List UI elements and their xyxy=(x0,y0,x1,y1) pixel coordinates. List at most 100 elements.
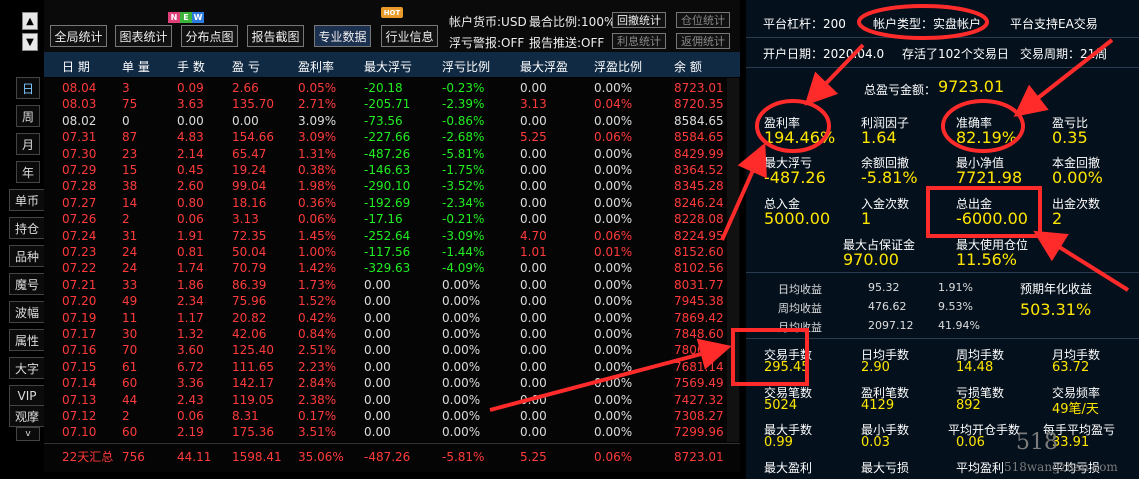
avg-open-lots-value: 0.06 xyxy=(956,435,985,450)
cell-profit-rate: 0.05% xyxy=(298,81,337,95)
table-row[interactable]: 07.19 11 1.17 20.82 0.42% 0.00 0.00% 0.00 0.00% 7… xyxy=(44,310,740,327)
cell-float-profit-ratio: 0.00% xyxy=(594,425,633,440)
cell-pl: 175.36 xyxy=(232,425,274,440)
cell-date: 07.21 xyxy=(62,277,97,292)
table-row[interactable]: 07.26 2 0.06 3.13 0.06% -17.16 -0.21% 0.00 0.00%… xyxy=(44,211,740,228)
side-tab-0[interactable]: 日 xyxy=(16,77,40,99)
col-date[interactable]: 日 期 xyxy=(62,58,90,75)
table-row[interactable]: 07.23 24 0.81 50.04 1.00% -117.56 -1.44% 1.01 0.… xyxy=(44,244,740,261)
table-row[interactable]: 07.15 61 6.72 111.65 2.23% 0.00 0.00% 0.00 0.00%… xyxy=(44,359,740,376)
table-row[interactable]: 08.03 75 3.63 135.70 2.71% -205.71 -2.39% 3.13 0… xyxy=(44,96,740,113)
scroll-up-button[interactable]: ▲ xyxy=(22,12,38,30)
cell-pl: 65.47 xyxy=(232,146,267,161)
pro-data-button[interactable]: 专业数据 xyxy=(314,25,371,47)
cell-float-loss-ratio: -2.68% xyxy=(442,130,485,145)
table-row[interactable]: 07.29 15 0.45 19.24 0.38% -146.63 -1.75% 0.00 0.… xyxy=(44,162,740,179)
side-tab-10[interactable]: 大字 xyxy=(9,357,45,379)
table-row[interactable]: 07.16 70 3.60 125.40 2.51% 0.00 0.00% 0.00 0.00%… xyxy=(44,342,740,359)
col-lots[interactable]: 手 数 xyxy=(177,58,205,75)
profit-factor-value: 1.64 xyxy=(861,128,897,147)
cell-max-float-loss: -146.63 xyxy=(364,163,411,177)
table-row[interactable]: 07.27 14 0.80 18.16 0.36% -192.69 -2.34% 0.00 0.… xyxy=(44,195,740,212)
cell-date: 07.29 xyxy=(62,163,97,177)
cell-profit-rate: 2.71% xyxy=(298,97,337,112)
max-loss-label: 最大亏损 xyxy=(861,461,910,475)
scroll-down-button[interactable]: ▼ xyxy=(22,33,38,51)
col-profit-rate[interactable]: 盈利率 xyxy=(298,58,334,75)
cell-max-float-loss: 0.00 xyxy=(364,327,391,341)
global-stats-button[interactable]: 全局统计 xyxy=(50,25,107,47)
cell-balance: 7299.96 xyxy=(674,425,724,440)
table-scrollbar[interactable] xyxy=(727,78,739,442)
divider xyxy=(746,37,1139,38)
table-row[interactable]: 08.02 0 0.00 0.00 3.09% -73.56 -0.86% 0.00 0.00%… xyxy=(44,113,740,130)
annual-return-label: 预期年化收益 xyxy=(1020,282,1093,296)
chart-stats-button[interactable]: 图表统计 xyxy=(115,25,172,47)
side-tab-5[interactable]: 持仓 xyxy=(9,217,45,239)
side-tab-8[interactable]: 波幅 xyxy=(9,301,45,323)
cell-balance: 8720.35 xyxy=(674,97,724,112)
side-tab-2[interactable]: 月 xyxy=(16,133,40,155)
col-max-float-profit[interactable]: 最大浮盈 xyxy=(520,58,568,75)
side-tab-1[interactable]: 周 xyxy=(16,105,40,127)
cell-float-loss-ratio: -5.81% xyxy=(442,146,485,161)
cell-pl: 111.65 xyxy=(232,359,274,374)
side-tab-11[interactable]: VIP xyxy=(9,385,45,407)
side-tab-7[interactable]: 魔号 xyxy=(9,273,45,295)
cell-max-float-loss: -487.26 xyxy=(364,146,411,161)
col-max-float-loss[interactable]: 最大浮亏 xyxy=(364,58,412,75)
distribution-chart-button[interactable]: 分布点图 xyxy=(181,25,238,47)
col-pl[interactable]: 盈 亏 xyxy=(232,58,260,75)
cell-pl: 0.00 xyxy=(232,113,259,128)
cell-pl: 70.79 xyxy=(232,261,267,276)
table-row[interactable]: 08.04 3 0.09 2.66 0.05% -20.18 -0.23% 0.00 0.00%… xyxy=(44,80,740,97)
cell-float-profit-ratio: 0.00% xyxy=(594,327,633,341)
table-row[interactable]: 07.14 60 3.36 142.17 2.84% 0.00 0.00% 0.00 0.00%… xyxy=(44,375,740,392)
table-row[interactable]: 07.20 49 2.34 75.96 1.52% 0.00 0.00% 0.00 0.00% 7… xyxy=(44,293,740,310)
weekly-return-pct: 9.53% xyxy=(938,300,973,313)
withdraw-stats-button[interactable]: 回撤统计 xyxy=(612,12,666,28)
divider xyxy=(746,338,1139,339)
side-tab-6[interactable]: 品种 xyxy=(9,245,45,267)
side-tab-3[interactable]: 年 xyxy=(16,161,40,183)
col-float-profit-ratio[interactable]: 浮盈比例 xyxy=(594,58,642,75)
weekly-lots-value: 14.48 xyxy=(956,360,994,375)
col-orders[interactable]: 单 量 xyxy=(122,58,150,75)
cell-balance: 8246.24 xyxy=(674,195,724,210)
side-tab-12[interactable]: 观摩 xyxy=(9,405,45,427)
loss-trades-value: 892 xyxy=(956,398,981,413)
table-row[interactable]: 07.22 24 1.74 70.79 1.42% -329.63 -4.09% 0.00 0.… xyxy=(44,260,740,277)
col-float-loss-ratio[interactable]: 浮亏比例 xyxy=(442,58,490,75)
table-row[interactable]: 07.30 23 2.14 65.47 1.31% -487.26 -5.81% 0.00 0.… xyxy=(44,146,740,163)
interest-stats-button[interactable]: 利息统计 xyxy=(612,33,666,49)
cell-orders: 75 xyxy=(122,97,138,112)
table-row[interactable]: 07.13 44 2.43 119.05 2.38% 0.00 0.00% 0.00 0.00%… xyxy=(44,392,740,409)
report-push-toggle[interactable]: 报告推送:OFF xyxy=(529,34,604,51)
avg-profit-label: 平均盈利 xyxy=(956,461,1005,475)
col-balance[interactable]: 余 额 xyxy=(674,58,702,75)
side-tab-scroll-chevron[interactable]: v xyxy=(16,427,40,441)
rebate-stats-button[interactable]: 返佣统计 xyxy=(676,33,730,49)
table-row[interactable]: 07.10 60 2.19 175.36 3.51% 0.00 0.00% 0.00 0.00%… xyxy=(44,424,740,441)
cell-max-float-profit: 0.00 xyxy=(520,409,547,423)
table-row[interactable]: 07.31 87 4.83 154.66 3.09% -227.66 -2.68% 5.25 0… xyxy=(44,129,740,146)
cell-float-loss-ratio: 0.00% xyxy=(442,343,481,358)
cell-date: 07.22 xyxy=(62,261,97,276)
table-row[interactable]: 07.12 2 0.06 8.31 0.17% 0.00 0.00% 0.00 0.00% 730… xyxy=(44,408,740,425)
report-screenshot-button[interactable]: 报告截图 xyxy=(247,25,304,47)
float-warning-toggle[interactable]: 浮亏警报:OFF xyxy=(449,34,524,51)
table-row[interactable]: 07.28 38 2.60 99.04 1.98% -290.10 -3.52% 0.00 0.… xyxy=(44,178,740,195)
position-stats-button[interactable]: 仓位统计 xyxy=(676,12,730,28)
table-row[interactable]: 07.24 31 1.91 72.35 1.45% -252.64 -3.09% 4.70 0.… xyxy=(44,228,740,245)
side-tab-9[interactable]: 属性 xyxy=(9,329,45,351)
cell-pl: 135.70 xyxy=(232,97,274,112)
side-tab-4[interactable]: 单币 xyxy=(9,189,45,211)
cell-lots: 1.86 xyxy=(177,277,204,292)
table-row[interactable]: 07.21 33 1.86 86.39 1.73% 0.00 0.00% 0.00 0.00% 8… xyxy=(44,277,740,294)
cell-orders: 44 xyxy=(122,392,138,407)
hot-badge: HOT xyxy=(381,7,403,18)
industry-info-button[interactable]: 行业信息 xyxy=(381,25,438,47)
cell-float-profit-ratio: 0.06% xyxy=(594,228,633,243)
cell-float-loss-ratio: 0.00% xyxy=(442,310,481,325)
table-row[interactable]: 07.17 30 1.32 42.06 0.84% 0.00 0.00% 0.00 0.00% 7… xyxy=(44,326,740,343)
